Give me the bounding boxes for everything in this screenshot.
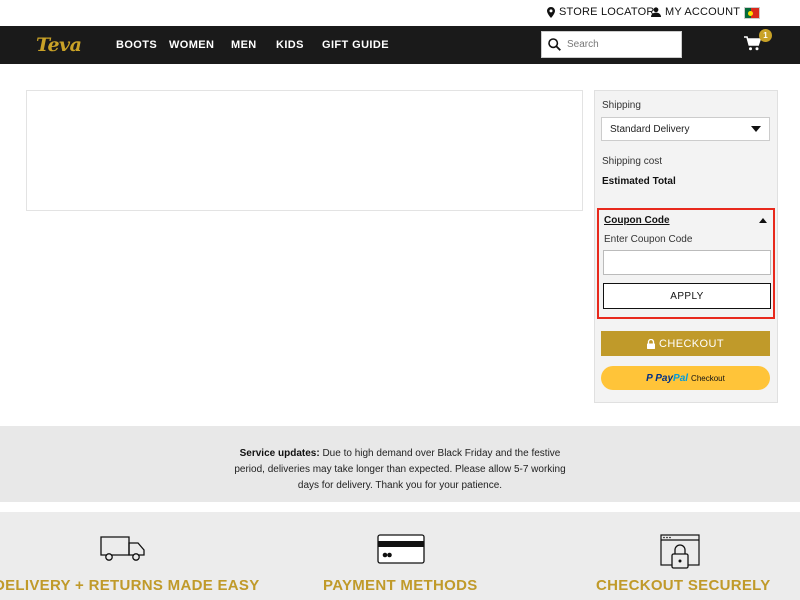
service-updates-text: Service updates: Due to high demand over… [226,446,574,494]
shipping-cost-label: Shipping cost [602,156,663,167]
utility-bar: STORE LOCATOR MY ACCOUNT [0,0,800,26]
paypal-checkout-label: Checkout [691,373,725,383]
lock-icon [647,338,656,349]
credit-card-icon [377,534,425,564]
store-locator-link[interactable]: STORE LOCATOR [547,6,655,18]
checkout-button[interactable]: CHECKOUT [601,331,770,356]
order-summary: Shipping Standard Delivery Shipping cost… [594,90,778,403]
service-updates-label: Service updates: [239,448,320,459]
my-account-label: MY ACCOUNT [665,6,741,18]
store-locator-label: STORE LOCATOR [559,6,655,18]
nav-link-gift-guide[interactable]: GIFT GUIDE [322,39,389,51]
map-pin-icon [547,6,555,18]
truck-icon [100,536,145,561]
feature-title-payment: PAYMENT METHODS [323,577,478,594]
shipping-selected-value: Standard Delivery [610,123,690,135]
nav-link-men[interactable]: MEN [231,39,257,51]
coupon-hint: Enter Coupon Code [604,234,693,245]
shipping-label: Shipping [602,100,641,111]
feature-title-checkout: CHECKOUT SECURELY [596,577,771,594]
service-updates-banner: Service updates: Due to high demand over… [0,426,800,502]
apply-coupon-button[interactable]: APPLY [603,283,771,309]
cart-count-badge: 1 [759,29,772,42]
cart-items-panel [26,90,583,211]
nav-link-women[interactable]: WOMEN [169,39,214,51]
features-strip: DELIVERY + RETURNS MADE EASY PAYMENT MET… [0,512,800,600]
feature-title-delivery: DELIVERY + RETURNS MADE EASY [0,577,260,594]
user-icon [651,7,661,17]
coupon-code-input[interactable] [603,250,771,275]
shipping-method-select[interactable]: Standard Delivery [601,117,770,141]
caret-down-icon [751,126,761,132]
teva-logo[interactable]: Teva [36,34,82,56]
search-input[interactable] [567,39,672,50]
paypal-checkout-button[interactable]: P PayPal Checkout [601,366,770,390]
nav-link-boots[interactable]: BOOTS [116,39,157,51]
secure-lock-icon [660,534,700,569]
search-box [541,31,682,58]
coupon-toggle[interactable]: Coupon Code [604,215,670,226]
nav-link-kids[interactable]: KIDS [276,39,304,51]
estimated-total-label: Estimated Total [602,176,676,187]
paypal-logo: P PayPal [646,372,689,384]
checkout-label: CHECKOUT [659,337,724,350]
cart-icon[interactable] [744,36,761,51]
coupon-section: Coupon Code Enter Coupon Code APPLY [597,208,775,319]
main-nav: Teva BOOTS WOMEN MEN KIDS GIFT GUIDE [0,26,800,64]
search-icon[interactable] [548,38,561,51]
portugal-flag-icon[interactable] [744,7,760,19]
caret-up-icon[interactable] [759,218,767,223]
my-account-link[interactable]: MY ACCOUNT [651,6,740,18]
